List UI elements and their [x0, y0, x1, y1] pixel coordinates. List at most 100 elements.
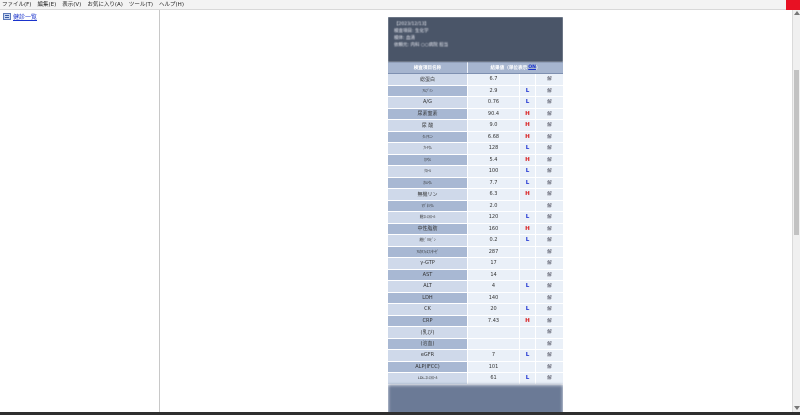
- explanation-link[interactable]: 解: [536, 143, 563, 154]
- table-row: 尿 酸 9.0 H 解: [388, 120, 563, 132]
- test-name: 中性脂肪: [388, 223, 468, 234]
- vertical-scrollbar[interactable]: [792, 10, 800, 412]
- test-value: 17: [468, 258, 520, 269]
- test-name: ｶﾘｳﾑ: [388, 154, 468, 165]
- table-row: ｸﾚｱﾁﾆﾝ 6.68 H 解: [388, 131, 563, 143]
- test-name: ｱﾙﾌﾞﾐﾝ: [388, 85, 468, 96]
- test-value: 6.7: [468, 74, 520, 85]
- table-row: (乳び) 解: [388, 327, 563, 339]
- test-name: 総蛋白: [388, 74, 468, 85]
- explanation-link[interactable]: 解: [536, 177, 563, 188]
- test-name: LDH: [388, 292, 468, 303]
- unit-toggle-link[interactable]: ON: [528, 65, 536, 70]
- abnormal-flag: H: [520, 189, 536, 200]
- explanation-link[interactable]: 解: [536, 235, 563, 246]
- abnormal-flag: L: [520, 177, 536, 188]
- explanation-link[interactable]: 解: [536, 258, 563, 269]
- explanation-link[interactable]: 解: [536, 85, 563, 96]
- menu-view[interactable]: 表示(V): [62, 0, 81, 10]
- table-row: 総蛋白 6.7 解: [388, 74, 563, 86]
- test-name: ﾅﾄﾘｳﾑ: [388, 143, 468, 154]
- test-name: 無機リン: [388, 189, 468, 200]
- table-row: eGFR 7 L 解: [388, 350, 563, 362]
- test-name: ALP(IFCC): [388, 361, 468, 372]
- scroll-up-arrow-icon[interactable]: [794, 11, 800, 15]
- test-value: 6.3: [468, 189, 520, 200]
- abnormal-flag: H: [520, 223, 536, 234]
- test-value: 7: [468, 350, 520, 361]
- explanation-link[interactable]: 解: [536, 338, 563, 349]
- test-value: 2.0: [468, 200, 520, 211]
- explanation-link[interactable]: 解: [536, 304, 563, 315]
- test-name: ｱﾙｶﾘﾌｫｽﾌｧﾀｰｾﾞ: [388, 246, 468, 257]
- explanation-link[interactable]: 解: [536, 281, 563, 292]
- table-row: 尿素窒素 90.4 H 解: [388, 108, 563, 120]
- explanation-link[interactable]: 解: [536, 189, 563, 200]
- test-value: 100: [468, 166, 520, 177]
- explanation-link[interactable]: 解: [536, 269, 563, 280]
- test-name: ｸﾛｰﾙ: [388, 166, 468, 177]
- table-row: ALP(IFCC) 101 解: [388, 361, 563, 373]
- column-header-name: 検査項目名称: [388, 62, 468, 73]
- menu-edit[interactable]: 編集(E): [37, 0, 56, 10]
- explanation-link[interactable]: 解: [536, 200, 563, 211]
- explanation-link[interactable]: 解: [536, 223, 563, 234]
- test-name: eGFR: [388, 350, 468, 361]
- explanation-link[interactable]: 解: [536, 292, 563, 303]
- explanation-link[interactable]: 解: [536, 373, 563, 384]
- menu-tools[interactable]: ツール(T): [129, 0, 153, 10]
- explanation-link[interactable]: 解: [536, 246, 563, 257]
- test-value: 128: [468, 143, 520, 154]
- abnormal-flag: [520, 269, 536, 280]
- test-value: 20: [468, 304, 520, 315]
- scroll-down-arrow-icon[interactable]: [794, 406, 800, 410]
- abnormal-flag: [520, 292, 536, 303]
- close-button[interactable]: [786, 0, 800, 10]
- explanation-link[interactable]: 解: [536, 74, 563, 85]
- table-row: LDH 140 解: [388, 292, 563, 304]
- content-pane: 【2023/12/13】 検査項目: 生化学 検体: 血清 依頼元: 内科 ○○…: [161, 10, 792, 412]
- table-row: ｸﾛｰﾙ 100 L 解: [388, 166, 563, 178]
- table-row: 総ｺﾚｽﾃﾛｰﾙ 120 L 解: [388, 212, 563, 224]
- test-value: 140: [468, 292, 520, 303]
- test-value: [468, 327, 520, 338]
- header-line: 依頼元: 内科 ○○病院 担当: [394, 43, 449, 48]
- table-row: (溶血) 解: [388, 338, 563, 350]
- test-name: 尿 酸: [388, 120, 468, 131]
- test-name: γ-GTP: [388, 258, 468, 269]
- explanation-link[interactable]: 解: [536, 350, 563, 361]
- explanation-link[interactable]: 解: [536, 212, 563, 223]
- test-name: AST: [388, 269, 468, 280]
- explanation-link[interactable]: 解: [536, 120, 563, 131]
- explanation-link[interactable]: 解: [536, 154, 563, 165]
- test-value: 7.43: [468, 315, 520, 326]
- test-name: CRP: [388, 315, 468, 326]
- test-name: ｶﾙｼｳﾑ: [388, 177, 468, 188]
- explanation-link[interactable]: 解: [536, 361, 563, 372]
- table-row: ALT 4 L 解: [388, 281, 563, 293]
- sidebar-item-checkup-list[interactable]: 健診一覧: [3, 12, 37, 21]
- abnormal-flag: [520, 361, 536, 372]
- header-line: 【2023/12/13】: [394, 22, 429, 27]
- explanation-link[interactable]: 解: [536, 97, 563, 108]
- scroll-thumb[interactable]: [794, 70, 799, 235]
- menu-help[interactable]: ヘルプ(H): [159, 0, 184, 10]
- explanation-link[interactable]: 解: [536, 166, 563, 177]
- sidebar-item-label[interactable]: 健診一覧: [13, 12, 37, 21]
- menu-favorites[interactable]: お気に入り(A): [87, 0, 123, 10]
- explanation-link[interactable]: 解: [536, 108, 563, 119]
- abnormal-flag: [520, 258, 536, 269]
- test-value: 5.4: [468, 154, 520, 165]
- menu-file[interactable]: ファイル(F): [2, 0, 31, 10]
- abnormal-flag: L: [520, 350, 536, 361]
- menu-bar: ファイル(F) 編集(E) 表示(V) お気に入り(A) ツール(T) ヘルプ(…: [0, 0, 800, 10]
- table-row: LDL-ｺﾚｽﾃﾛｰﾙ 61 L 解: [388, 373, 563, 385]
- abnormal-flag: [520, 338, 536, 349]
- abnormal-flag: L: [520, 85, 536, 96]
- test-name: ｸﾚｱﾁﾆﾝ: [388, 131, 468, 142]
- explanation-link[interactable]: 解: [536, 327, 563, 338]
- table-row: ﾏｸﾞﾈｼｳﾑ 2.0 解: [388, 200, 563, 212]
- explanation-link[interactable]: 解: [536, 315, 563, 326]
- test-name: CK: [388, 304, 468, 315]
- explanation-link[interactable]: 解: [536, 131, 563, 142]
